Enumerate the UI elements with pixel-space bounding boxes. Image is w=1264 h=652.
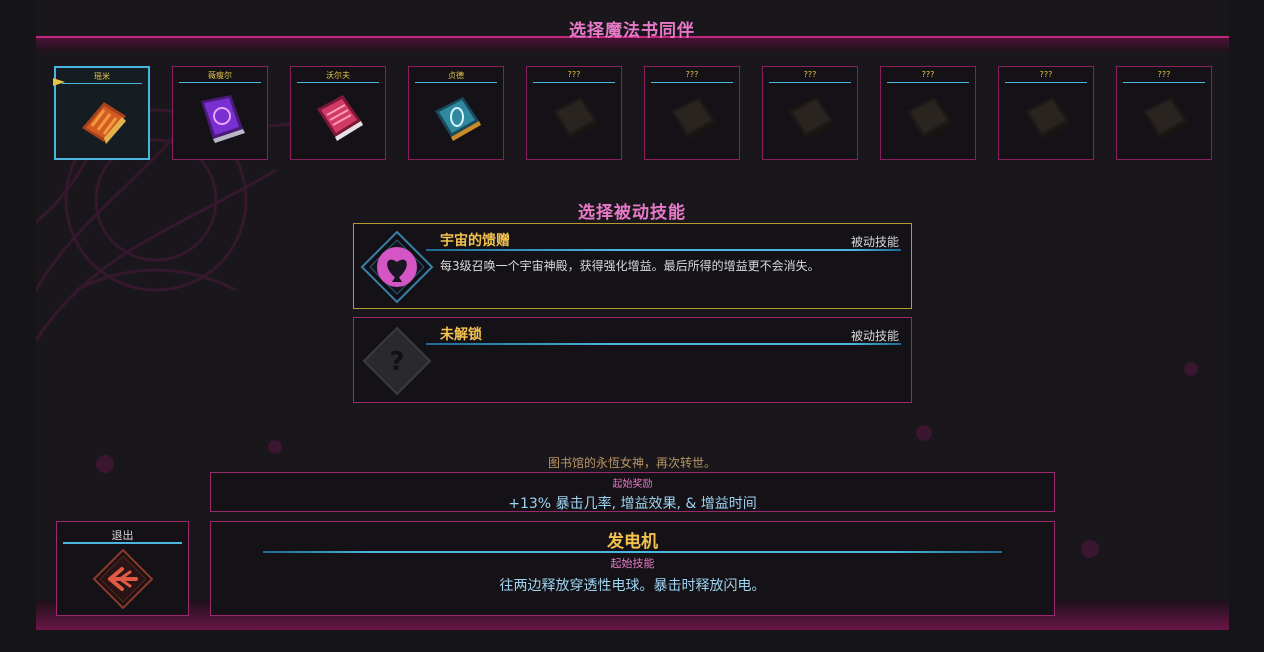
book-name: ???: [1039, 70, 1053, 79]
book-name: ???: [567, 70, 581, 79]
book-slot-1[interactable]: 瑶米: [54, 66, 150, 160]
starting-ability-panel: 发电机 起始技能 往两边释放穿透性电球。暴击时释放闪电。: [210, 521, 1055, 616]
skill-name: 未解锁: [440, 327, 482, 343]
book-name: ???: [921, 70, 935, 79]
book-divider: [1123, 82, 1205, 83]
skill-type: 被动技能: [850, 329, 899, 343]
ability-divider: [263, 551, 1002, 553]
purple-spellbook-icon: [201, 95, 245, 143]
pink-spellbook-icon: [317, 95, 363, 141]
heart-spade-icon: [360, 230, 434, 304]
ability-description: 往两边释放穿透性电球。暴击时释放闪电。: [499, 578, 766, 594]
passive-skill-card-2[interactable]: ? 未解锁 被动技能: [353, 317, 912, 403]
book-name: ???: [803, 70, 817, 79]
starting-bonus-panel: 起始奖励 +13% 暴击几率, 增益效果, & 增益时间: [210, 472, 1055, 512]
selection-arrow-icon: [53, 78, 65, 86]
book-name: ???: [1157, 70, 1171, 79]
skill-description: 每3级召唤一个宇宙神殿，获得强化增益。最后所得的增益更不会消失。: [440, 259, 820, 273]
ability-name: 发电机: [607, 532, 658, 552]
book-name: 贞德: [448, 71, 464, 80]
passive-skill-card-1[interactable]: 宇宙的馈赠 被动技能 每3级召唤一个宇宙神殿，获得强化增益。最后所得的增益更不会…: [353, 223, 912, 309]
bg-dot: [268, 440, 282, 454]
book-slot-6[interactable]: ???: [644, 66, 740, 160]
skill-name: 宇宙的馈赠: [440, 233, 510, 249]
book-divider: [887, 82, 969, 83]
question-mark-icon: ?: [362, 326, 432, 396]
exit-button[interactable]: 退出: [56, 521, 189, 616]
book-slot-2[interactable]: 薇瘦尔: [172, 66, 268, 160]
book-name: ???: [685, 70, 699, 79]
bg-dot: [1081, 540, 1099, 558]
locked-book-icon: [671, 97, 717, 141]
teal-spellbook-icon: [435, 97, 481, 141]
page-title: 选择魔法书同伴: [569, 21, 695, 41]
skill-divider: [426, 343, 901, 345]
locked-book-icon: [553, 97, 599, 141]
bg-dot: [1184, 362, 1198, 376]
book-name: 瑶米: [94, 72, 110, 81]
orange-spellbook-icon: [82, 102, 126, 144]
book-divider: [769, 82, 851, 83]
ability-label: 起始技能: [610, 557, 655, 570]
exit-label: 退出: [111, 529, 134, 542]
passive-section-title: 选择被动技能: [578, 203, 686, 223]
book-slot-8[interactable]: ???: [880, 66, 976, 160]
locked-book-icon: [907, 97, 953, 141]
skill-type: 被动技能: [850, 235, 899, 249]
bonus-value: +13% 暴击几率, 增益效果, & 增益时间: [508, 496, 757, 512]
locked-book-icon: [1025, 97, 1071, 141]
book-divider: [1005, 82, 1087, 83]
book-slot-4[interactable]: 贞德: [408, 66, 504, 160]
book-divider: [62, 83, 142, 84]
locked-book-icon: [789, 97, 835, 141]
book-divider: [415, 82, 497, 83]
book-slot-3[interactable]: 沃尔夫: [290, 66, 386, 160]
exit-divider: [63, 542, 182, 544]
bonus-label: 起始奖励: [612, 479, 653, 490]
book-divider: [297, 82, 379, 83]
book-divider: [651, 82, 733, 83]
character-lore: 图书馆的永恆女神，再次转世。: [547, 456, 716, 470]
book-divider: [533, 82, 615, 83]
book-slot-5[interactable]: ???: [526, 66, 622, 160]
book-name: 沃尔夫: [326, 71, 350, 80]
book-slot-9[interactable]: ???: [998, 66, 1094, 160]
svg-text:?: ?: [389, 347, 404, 377]
book-divider: [179, 82, 261, 83]
book-slot-10[interactable]: ???: [1116, 66, 1212, 160]
exit-arrow-icon: [92, 548, 154, 610]
book-name: 薇瘦尔: [208, 71, 232, 80]
locked-book-icon: [1143, 97, 1189, 141]
book-slot-7[interactable]: ???: [762, 66, 858, 160]
bg-dot: [916, 425, 932, 441]
